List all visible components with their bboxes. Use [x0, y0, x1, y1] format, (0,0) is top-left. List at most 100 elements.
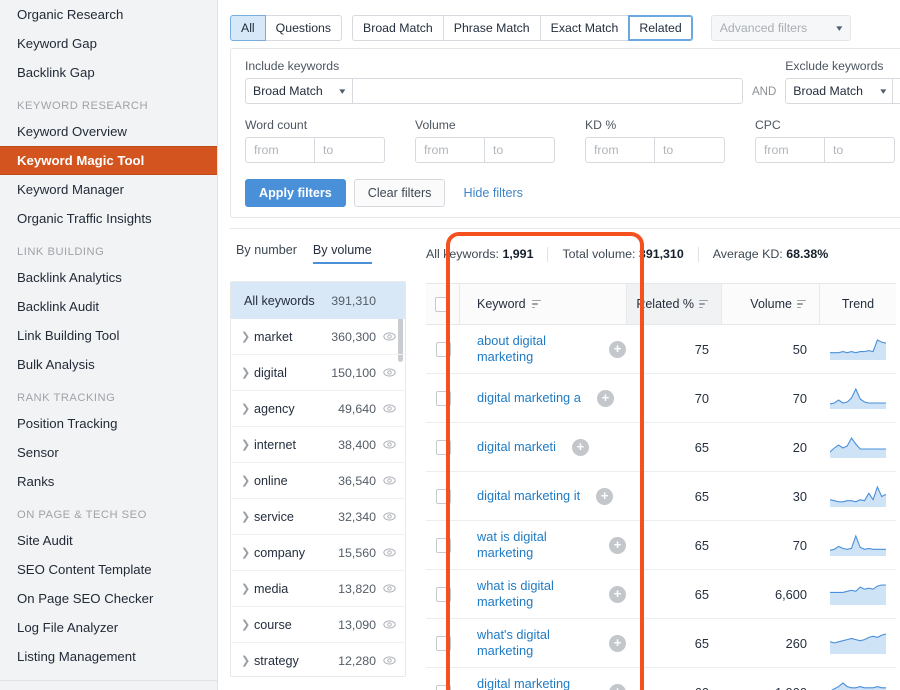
sidebar-item-backlink-audit[interactable]: Backlink Audit: [0, 292, 217, 321]
chevron-right-icon[interactable]: ❯: [241, 438, 254, 451]
table-row[interactable]: digital marketing it +65 30: [426, 472, 896, 521]
sidebar-item-log-file-analyzer[interactable]: Log File Analyzer: [0, 613, 217, 642]
add-keyword-icon[interactable]: +: [609, 634, 626, 652]
add-keyword-icon[interactable]: +: [609, 585, 626, 603]
sidebar-item-seo-content-template[interactable]: SEO Content Template: [0, 555, 217, 584]
keyword-group-row[interactable]: ❯ online 36,540: [231, 463, 405, 499]
keyword-link[interactable]: wat is digital marketing: [477, 529, 593, 561]
sidebar-item-keyword-magic-tool[interactable]: Keyword Magic Tool: [0, 146, 217, 175]
eye-icon[interactable]: [383, 546, 396, 559]
row-checkbox[interactable]: [435, 390, 451, 406]
keyword-groups-tab-by-volume[interactable]: By volume: [312, 243, 372, 264]
select-all-checkbox[interactable]: [435, 296, 450, 312]
table-row[interactable]: what is digital marketing +65 6,600: [426, 570, 896, 619]
chevron-right-icon[interactable]: ❯: [241, 402, 254, 415]
chevron-right-icon[interactable]: ❯: [241, 654, 254, 667]
add-keyword-icon[interactable]: +: [596, 389, 614, 407]
row-checkbox[interactable]: [435, 537, 451, 553]
row-checkbox[interactable]: [435, 341, 451, 357]
hide-filters-link[interactable]: Hide filters: [463, 186, 523, 200]
chevron-right-icon[interactable]: ❯: [241, 510, 254, 523]
keyword-group-row[interactable]: ❯ internet 38,400: [231, 427, 405, 463]
chevron-right-icon[interactable]: ❯: [241, 330, 254, 343]
numeric-filter-to[interactable]: [485, 137, 555, 163]
apply-filters-button[interactable]: Apply filters: [245, 179, 346, 207]
sidebar-item-keyword-overview[interactable]: Keyword Overview: [0, 117, 217, 146]
add-keyword-icon[interactable]: +: [609, 683, 626, 690]
keyword-link[interactable]: what's digital marketing: [477, 627, 593, 659]
sidebar-item-keyword-manager[interactable]: Keyword Manager: [0, 175, 217, 204]
keyword-link[interactable]: digital marketi: [477, 439, 556, 455]
keyword-group-row[interactable]: ❯ course 13,090: [231, 607, 405, 643]
table-row[interactable]: about digital marketing +75 50: [426, 325, 896, 374]
exclude-keywords-input[interactable]: [893, 78, 900, 104]
keyword-group-row[interactable]: ❯ media 13,820: [231, 571, 405, 607]
sidebar-item-organic-research[interactable]: Organic Research: [0, 0, 217, 29]
sidebar-item-keyword-gap[interactable]: Keyword Gap: [0, 29, 217, 58]
eye-icon[interactable]: [383, 438, 396, 451]
eye-icon[interactable]: [383, 474, 396, 487]
sidebar-item-site-audit[interactable]: Site Audit: [0, 526, 217, 555]
sidebar-item-sensor[interactable]: Sensor: [0, 438, 217, 467]
column-keyword[interactable]: Keyword: [460, 284, 626, 324]
numeric-filter-to[interactable]: [825, 137, 895, 163]
table-row[interactable]: what's digital marketing +65 260: [426, 619, 896, 668]
eye-icon[interactable]: [383, 330, 396, 343]
keyword-link[interactable]: what is digital marketing: [477, 578, 593, 610]
sidebar-item-organic-traffic-insights[interactable]: Organic Traffic Insights: [0, 204, 217, 233]
add-keyword-icon[interactable]: +: [571, 438, 589, 456]
chevron-right-icon[interactable]: ❯: [241, 582, 254, 595]
row-checkbox[interactable]: [435, 488, 451, 504]
table-row[interactable]: wat is digital marketing +65 70: [426, 521, 896, 570]
row-checkbox[interactable]: [435, 684, 451, 690]
column-related-pct[interactable]: Related %: [626, 284, 722, 324]
keyword-group-row[interactable]: ❯ digital 150,100: [231, 355, 405, 391]
advanced-filters-dropdown[interactable]: Advanced filters ▾: [710, 15, 851, 41]
filter-chip-exact-match[interactable]: Exact Match: [539, 15, 630, 41]
sidebar-item-on-page-seo-checker[interactable]: On Page SEO Checker: [0, 584, 217, 613]
filter-chip-questions[interactable]: Questions: [264, 15, 343, 41]
chevron-right-icon[interactable]: ❯: [241, 546, 254, 559]
keyword-link[interactable]: digital marketing it: [477, 488, 580, 504]
keyword-link[interactable]: digital marketing a: [477, 390, 581, 406]
chevron-right-icon[interactable]: ❯: [241, 618, 254, 631]
row-checkbox[interactable]: [435, 439, 451, 455]
keyword-group-all[interactable]: All keywords 391,310: [231, 282, 405, 319]
keyword-group-row[interactable]: ❯ agency 49,640: [231, 391, 405, 427]
eye-icon[interactable]: [383, 366, 396, 379]
filter-chip-related[interactable]: Related: [628, 15, 693, 41]
table-row[interactable]: digital marketing definition +601,900: [426, 668, 896, 690]
table-row[interactable]: digital marketing a +70 70: [426, 374, 896, 423]
row-checkbox[interactable]: [435, 635, 451, 651]
sidebar-item-ranks[interactable]: Ranks: [0, 467, 217, 496]
sidebar-item-position-tracking[interactable]: Position Tracking: [0, 409, 217, 438]
keyword-group-row[interactable]: ❯ service 32,340: [231, 499, 405, 535]
keyword-link[interactable]: about digital marketing: [477, 333, 593, 365]
include-match-type-select[interactable]: Broad Match ▾: [245, 78, 353, 104]
chevron-right-icon[interactable]: ❯: [241, 366, 254, 379]
row-checkbox[interactable]: [435, 586, 451, 602]
filter-chip-all[interactable]: All: [230, 15, 266, 41]
numeric-filter-to[interactable]: [655, 137, 725, 163]
numeric-filter-from[interactable]: [585, 137, 655, 163]
table-row[interactable]: digital marketi +65 20: [426, 423, 896, 472]
clear-filters-button[interactable]: Clear filters: [353, 179, 446, 207]
add-keyword-icon[interactable]: +: [609, 536, 626, 554]
sidebar-item-backlink-gap[interactable]: Backlink Gap: [0, 58, 217, 87]
sidebar-item-listing-management[interactable]: Listing Management: [0, 642, 217, 671]
filter-chip-broad-match[interactable]: Broad Match: [352, 15, 444, 41]
numeric-filter-from[interactable]: [245, 137, 315, 163]
add-keyword-icon[interactable]: +: [609, 340, 626, 358]
numeric-filter-from[interactable]: [415, 137, 485, 163]
numeric-filter-from[interactable]: [755, 137, 825, 163]
keyword-group-row[interactable]: ❯ strategy 12,280: [231, 643, 405, 676]
sidebar-item-bulk-analysis[interactable]: Bulk Analysis: [0, 350, 217, 379]
include-keywords-input[interactable]: [353, 78, 743, 104]
eye-icon[interactable]: [383, 654, 396, 667]
keyword-groups-tab-by-number[interactable]: By number: [236, 243, 297, 264]
chevron-right-icon[interactable]: ❯: [241, 474, 254, 487]
exclude-match-type-select[interactable]: Broad Match ▾: [785, 78, 894, 104]
keyword-group-row[interactable]: ❯ market 360,300: [231, 319, 405, 355]
keyword-group-row[interactable]: ❯ company 15,560: [231, 535, 405, 571]
eye-icon[interactable]: [383, 582, 396, 595]
